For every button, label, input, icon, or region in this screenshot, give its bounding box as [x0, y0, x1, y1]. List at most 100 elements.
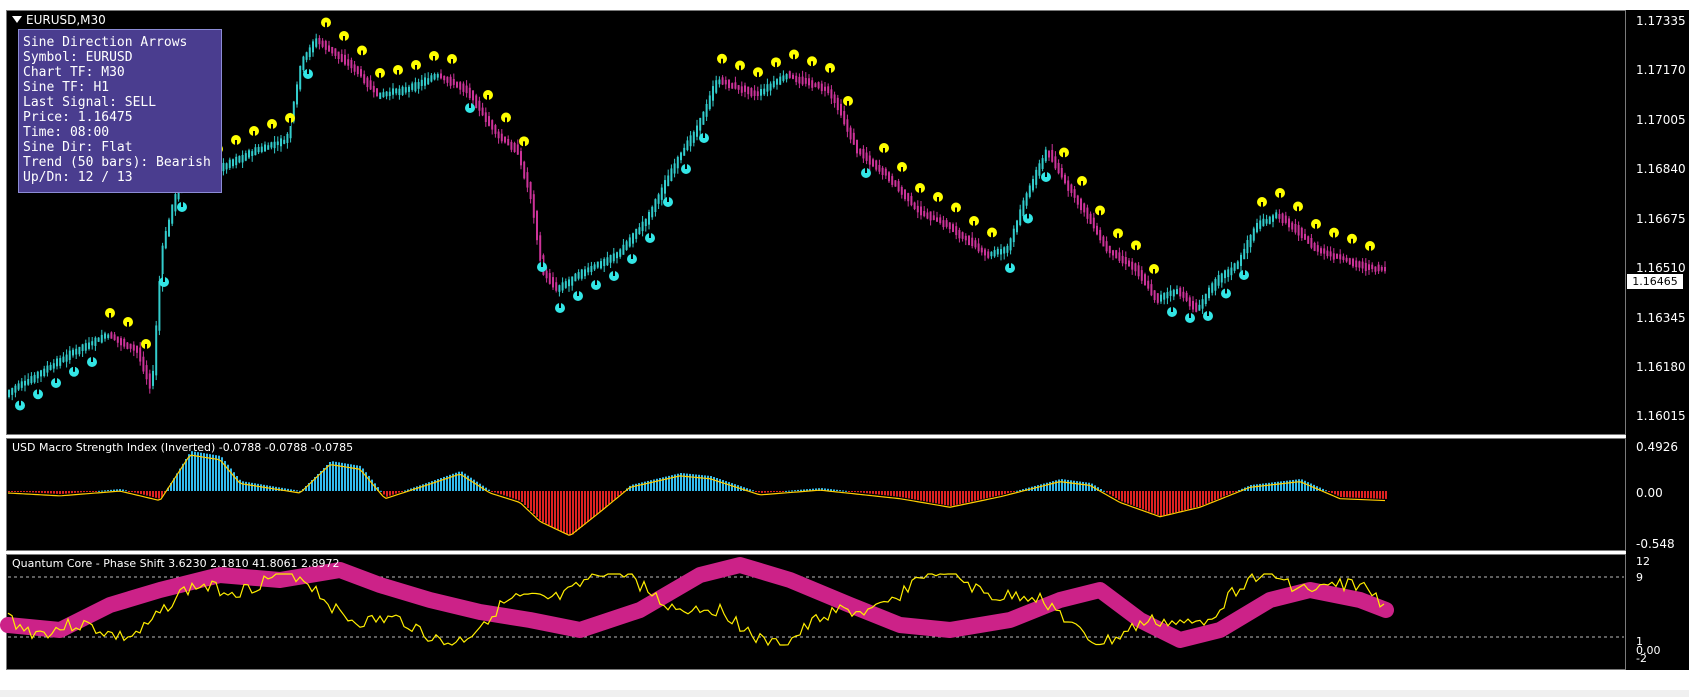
histogram-bar — [608, 491, 610, 505]
histogram-bar — [422, 484, 424, 491]
histogram-bar — [923, 491, 925, 502]
buy-arrow-stem — [181, 199, 183, 207]
collapse-triangle-icon[interactable] — [12, 16, 22, 23]
histogram-bar — [893, 491, 895, 497]
candle-body — [510, 141, 513, 150]
histogram-bar — [866, 491, 868, 494]
candle-body — [1278, 214, 1281, 219]
candle-body — [654, 199, 657, 213]
candle-body — [155, 325, 158, 376]
candle-body — [238, 155, 241, 163]
histogram-bar — [833, 489, 835, 491]
histogram-bar — [854, 491, 856, 492]
candle-body — [91, 341, 94, 346]
candle-body — [456, 81, 458, 88]
histogram-bar — [41, 491, 43, 493]
buy-arrow-stem — [1027, 210, 1029, 219]
buy-arrow-stem — [1207, 308, 1209, 316]
candle-body — [1003, 247, 1006, 254]
histogram-bar — [1256, 484, 1258, 491]
candle-body — [270, 142, 273, 148]
symbol-label[interactable]: EURUSD,M30 — [12, 13, 106, 27]
candle-body — [526, 172, 529, 188]
candle-body — [388, 91, 391, 97]
histogram-bar — [239, 479, 241, 491]
candle-body — [712, 86, 714, 101]
candle-body — [1291, 222, 1294, 230]
candle-body — [964, 235, 967, 241]
candle-body — [961, 232, 964, 239]
candle-body — [628, 237, 631, 247]
candle-body — [971, 237, 974, 247]
candle-body — [337, 51, 340, 59]
histogram-bar — [1385, 491, 1387, 499]
candle-body — [1140, 270, 1143, 281]
histogram-bar — [986, 491, 988, 499]
histogram-bar — [1154, 491, 1156, 514]
histogram-bar — [980, 491, 982, 500]
histogram-bar — [1277, 481, 1279, 491]
sell-arrow-stem — [415, 65, 417, 73]
candle-body — [644, 218, 647, 227]
candle-body — [1105, 241, 1108, 252]
candle-body — [606, 257, 609, 266]
candle-body — [286, 133, 289, 143]
candle-body — [1160, 294, 1162, 302]
candle-body — [648, 211, 650, 225]
histogram-bar — [533, 491, 535, 514]
sell-arrow-stem — [109, 313, 111, 321]
candle-body — [577, 272, 580, 279]
buy-arrow-stem — [37, 386, 39, 395]
candle-body — [1275, 212, 1278, 219]
price-tick: 1.16345 — [1636, 311, 1686, 325]
candle-body — [1272, 215, 1274, 222]
price-tick: 1.16675 — [1636, 212, 1686, 226]
histogram-bar — [254, 483, 256, 491]
histogram-bar — [641, 482, 643, 491]
candle-body — [1179, 287, 1182, 297]
candle-body — [318, 37, 321, 45]
candle-body — [145, 365, 148, 380]
sell-arrow-stem — [973, 221, 975, 229]
candle-body — [769, 83, 772, 91]
candle-body — [856, 139, 858, 154]
sell-arrow-stem — [253, 131, 255, 139]
sell-arrow-stem — [1153, 269, 1155, 277]
histogram-bar — [245, 481, 247, 491]
candle-body — [264, 144, 266, 152]
histogram-bar — [80, 491, 82, 493]
candle-body — [164, 231, 167, 249]
candle-body — [369, 80, 372, 90]
histogram-bar — [1082, 481, 1084, 491]
candle-body — [632, 233, 634, 244]
candle-body — [1204, 293, 1207, 304]
histogram-bar — [125, 490, 127, 492]
sell-arrow-stem — [523, 141, 525, 150]
candle-body — [804, 77, 807, 84]
histogram-bar — [872, 491, 874, 494]
candle-body — [763, 88, 766, 95]
candle-body — [1041, 158, 1044, 169]
candle-body — [564, 281, 567, 288]
histogram-bar — [29, 491, 31, 493]
candle-body — [808, 78, 810, 86]
histogram-bar — [839, 490, 841, 492]
candle-body — [132, 344, 135, 351]
candle-body — [273, 141, 276, 149]
histogram-bar — [392, 491, 394, 495]
histogram-bar — [110, 489, 112, 491]
histogram-bar — [572, 491, 574, 535]
candle-body — [836, 97, 839, 111]
candle-body — [446, 76, 449, 83]
buy-arrow-stem — [19, 397, 21, 406]
candle-body — [251, 151, 254, 156]
histogram-bar — [584, 491, 586, 525]
candle-body — [718, 79, 721, 85]
histogram-bar — [1208, 491, 1210, 503]
histogram-bar — [35, 491, 37, 493]
candle-body — [1288, 218, 1290, 228]
histogram-bar — [506, 491, 508, 497]
buy-arrow-stem — [1189, 310, 1191, 318]
time-tick: 14 Aug 20:00 — [582, 672, 663, 686]
candle-body — [1377, 264, 1380, 272]
